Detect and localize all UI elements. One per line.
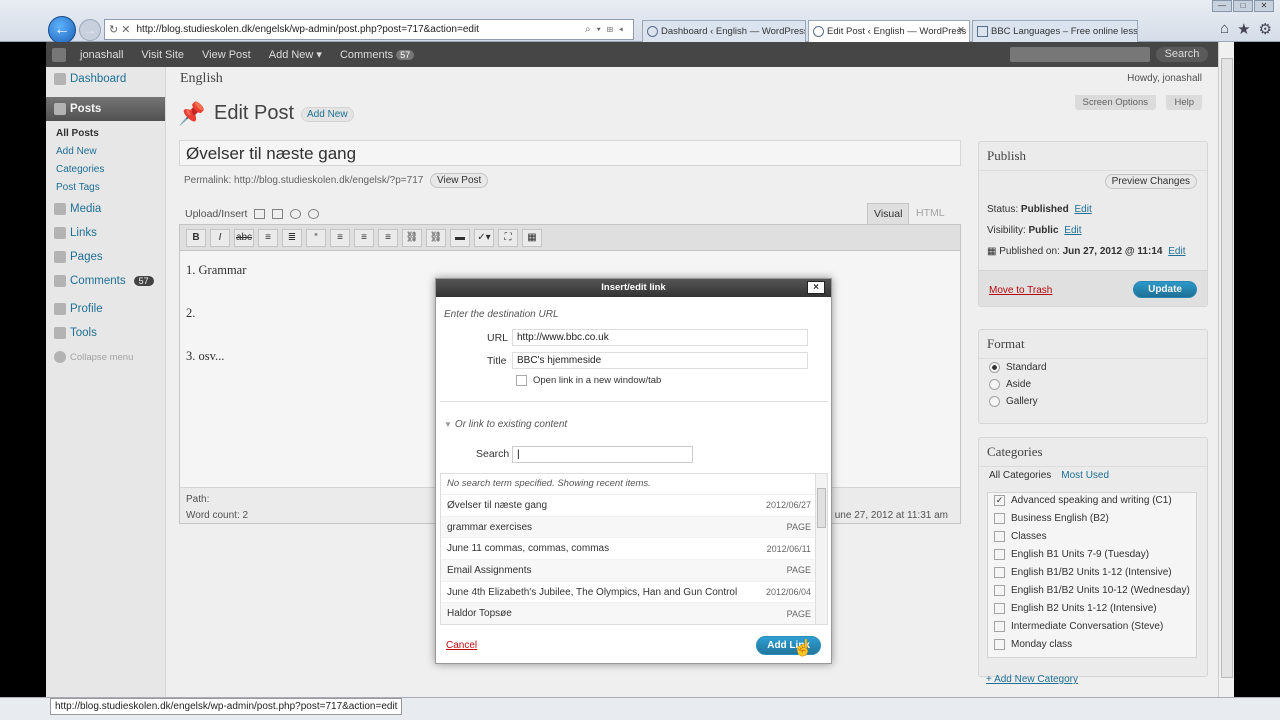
wordpress-icon xyxy=(647,26,658,37)
tab-label: BBC Languages – Free online less... xyxy=(991,26,1138,37)
result-meta: 2012/06/11 xyxy=(766,543,811,554)
cancel-link[interactable]: Cancel xyxy=(446,640,477,651)
title-label: Title xyxy=(487,355,507,367)
new-window-option[interactable]: Open link in a new window/tab xyxy=(516,375,661,386)
address-text: http://blog.studieskolen.dk/engelsk/wp-a… xyxy=(136,24,479,35)
forward-button[interactable]: → xyxy=(79,19,101,41)
existing-content-toggle[interactable]: ▼ Or link to existing content xyxy=(444,419,567,430)
tab-label: Edit Post ‹ English — WordPress xyxy=(827,26,967,37)
result-item[interactable]: Øvelser til næste gang 2012/06/27 xyxy=(441,495,827,517)
result-item[interactable]: grammar exercises PAGE xyxy=(441,516,827,539)
result-title: Email Assignments xyxy=(447,564,532,576)
result-meta: 2012/06/27 xyxy=(765,500,811,511)
tab-edit-post[interactable]: Edit Post ‹ English — WordPress ✕ xyxy=(808,20,970,42)
result-title: June 11 commas, commas, commas xyxy=(447,543,610,555)
minimize-button[interactable]: — xyxy=(1212,0,1232,12)
favorites-icon[interactable]: ★ xyxy=(1237,20,1250,38)
title-input[interactable]: BBC's hjemmeside xyxy=(512,352,808,369)
text-caret: | xyxy=(517,449,520,460)
wordpress-icon xyxy=(813,26,824,37)
hand-cursor-icon: ☝ xyxy=(793,640,813,657)
url-label: URL xyxy=(487,332,509,344)
result-item[interactable]: Email Assignments PAGE xyxy=(441,560,827,582)
gear-icon[interactable]: ⚙ xyxy=(1259,20,1272,38)
result-meta: PAGE xyxy=(786,565,811,576)
result-title: Haldor Topsøe xyxy=(447,608,512,620)
admin-bar-comments[interactable]: Comments 57 xyxy=(339,48,415,61)
dialog-header: Insert/edit link × xyxy=(436,279,831,297)
page-scrollbar[interactable] xyxy=(1218,42,1234,698)
result-meta: 2012/06/04 xyxy=(765,587,811,598)
url-input[interactable]: http://www.bbc.co.uk xyxy=(512,329,808,346)
address-bar[interactable]: ↻ ✕ http://blog.studieskolen.dk/engelsk/… xyxy=(104,19,634,40)
insert-link-dialog: Insert/edit link × Enter the destination… xyxy=(435,278,832,664)
window-controls: — □ ✕ xyxy=(1212,0,1274,12)
status-url: http://blog.studieskolen.dk/engelsk/wp-a… xyxy=(50,698,403,715)
browser-chrome: — □ ✕ ← → ↻ ✕ http://blog.studieskolen.d… xyxy=(0,0,1280,44)
admin-search-input[interactable] xyxy=(1010,47,1150,62)
admin-bar-add-new[interactable]: Add New ▾ xyxy=(269,48,322,61)
browser-status-bar: http://blog.studieskolen.dk/engelsk/wp-a… xyxy=(0,697,1280,720)
result-item[interactable]: Haldor Topsøe PAGE xyxy=(441,603,827,624)
admin-bar: jonashall Visit Site View Post Add New ▾… xyxy=(46,42,1218,67)
existing-label: Or link to existing content xyxy=(454,419,568,430)
comments-label: Comments xyxy=(339,48,394,61)
scrollbar-thumb[interactable] xyxy=(1221,58,1233,678)
close-tab-icon[interactable]: ✕ xyxy=(957,25,965,36)
tab-label: Dashboard ‹ English — WordPress xyxy=(661,26,806,37)
admin-bar-user[interactable]: jonashall xyxy=(80,49,123,61)
close-window-button[interactable]: ✕ xyxy=(1254,0,1274,12)
result-item[interactable]: June 4th Elizabeth's Jubilee, The Olympi… xyxy=(441,582,827,604)
triangle-down-icon: ▼ xyxy=(444,420,452,429)
tab-dashboard[interactable]: Dashboard ‹ English — WordPress xyxy=(642,20,806,42)
browser-tools: ⌂ ★ ⚙ xyxy=(1220,20,1272,38)
search-icon[interactable]: ⌕▾⊞◂ xyxy=(585,24,629,35)
comments-count-badge: 57 xyxy=(396,49,415,60)
home-icon[interactable]: ⌂ xyxy=(1220,20,1229,38)
dialog-title: Insert/edit link xyxy=(601,282,666,293)
result-item[interactable]: June 11 commas, commas, commas 2012/06/11 xyxy=(441,538,827,561)
checkbox-icon[interactable] xyxy=(516,375,527,386)
refresh-icon[interactable]: ↻ ✕ xyxy=(109,23,131,36)
search-input[interactable]: | xyxy=(512,446,693,463)
result-title: June 4th Elizabeth's Jubilee, The Olympi… xyxy=(447,586,738,598)
admin-bar-visit-site[interactable]: Visit Site xyxy=(141,49,184,61)
result-meta: PAGE xyxy=(786,522,811,533)
result-title: Øvelser til næste gang xyxy=(447,499,548,511)
wordpress-logo-icon[interactable] xyxy=(52,47,66,62)
admin-search-button[interactable]: Search xyxy=(1156,47,1208,62)
admin-bar-view-post[interactable]: View Post xyxy=(202,49,251,61)
search-results: No search term specified. Showing recent… xyxy=(440,473,828,625)
back-button[interactable]: ← xyxy=(48,16,76,44)
dialog-divider xyxy=(440,401,828,402)
maximize-button[interactable]: □ xyxy=(1233,0,1253,12)
result-meta: PAGE xyxy=(786,608,811,619)
dialog-intro: Enter the destination URL xyxy=(444,309,559,320)
result-title: grammar exercises xyxy=(447,521,533,533)
results-scroll-thumb[interactable] xyxy=(817,488,826,528)
tab-bbc[interactable]: BBC Languages – Free online less... xyxy=(972,20,1138,42)
close-icon[interactable]: × xyxy=(807,281,825,294)
bbc-icon xyxy=(977,26,988,37)
results-note: No search term specified. Showing recent… xyxy=(441,474,827,495)
results-scrollbar[interactable] xyxy=(815,474,827,624)
search-label: Search xyxy=(476,448,510,460)
new-window-label: Open link in a new window/tab xyxy=(533,375,662,386)
